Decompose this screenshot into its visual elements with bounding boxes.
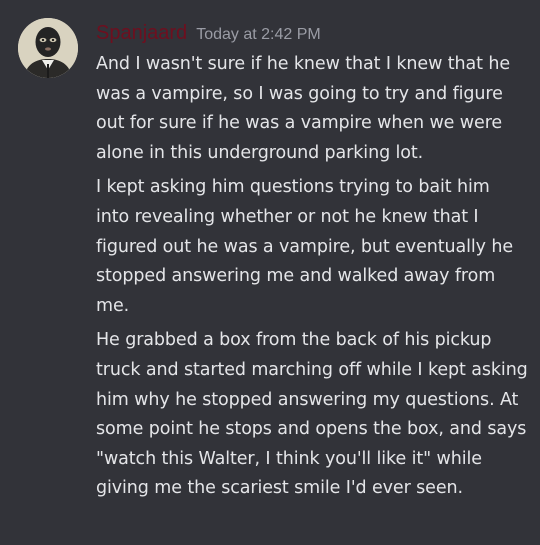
message-content: And I wasn't sure if he knew that I knew… [96,50,528,509]
message-paragraph: I kept asking him questions trying to ba… [96,177,514,316]
username[interactable]: Spanjaard [96,22,187,44]
balaclava-avatar-icon [18,18,78,78]
message-paragraph: And I wasn't sure if he knew that I knew… [96,54,511,163]
avatar[interactable] [18,18,78,78]
message-paragraph: He grabbed a box from the back of his pi… [96,330,528,499]
message-header: Spanjaard Today at 2:42 PM [96,22,321,50]
chat-message: Spanjaard Today at 2:42 PM And I wasn't s… [0,0,540,545]
timestamp[interactable]: Today at 2:42 PM [196,26,321,43]
